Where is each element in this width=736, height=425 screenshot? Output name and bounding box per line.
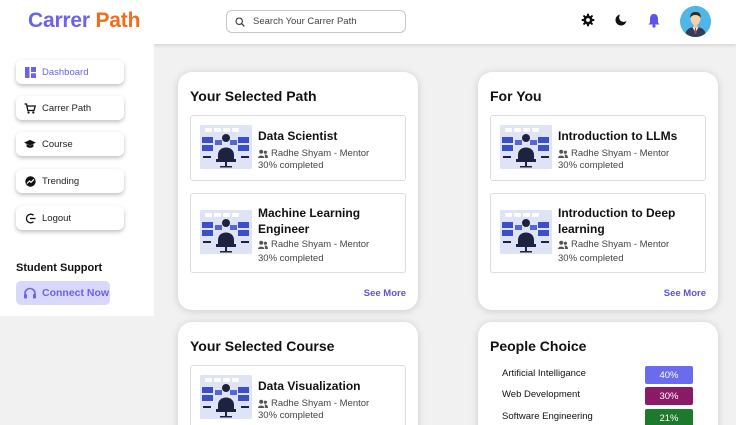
moon-icon[interactable]: [612, 11, 630, 29]
card-title: Your Selected Path: [190, 88, 317, 104]
course-thumbnail: [200, 375, 252, 419]
path-item[interactable]: Machine Learning Engineer Radhe Shyam - …: [190, 193, 406, 273]
course-thumbnail: [200, 125, 252, 169]
mentor-icon: [258, 399, 268, 408]
search-icon: [235, 16, 245, 27]
logo-part-1: Carrer: [28, 9, 90, 32]
mentor-text: Radhe Shyam - Mentor: [571, 148, 670, 159]
mentor-text: Radhe Shyam - Mentor: [271, 398, 370, 409]
connect-now-label: Connect Now: [42, 287, 110, 299]
item-progress: 30% completed: [258, 253, 324, 264]
people-choice-row[interactable]: Web Development 30%: [502, 387, 694, 405]
search-bar[interactable]: [226, 10, 406, 33]
selected-path-card: Your Selected Path Data Scientist Radhe …: [178, 72, 418, 310]
choice-percentage-badge: 30%: [645, 387, 693, 405]
mentor-text: Radhe Shyam - Mentor: [271, 148, 370, 159]
logo-part-2: Path: [95, 9, 141, 32]
sidebar-item-course[interactable]: Course: [16, 132, 124, 156]
choice-percentage-badge: 21%: [645, 409, 693, 425]
choice-label: Software Engineering: [502, 411, 593, 422]
sidebar-item-trending[interactable]: Trending: [16, 169, 124, 193]
student-support-title: Student Support: [16, 262, 103, 274]
people-choice-row[interactable]: Artificial Intelligance 40%: [502, 366, 694, 384]
dashboard-icon: [24, 66, 36, 78]
mentor-icon: [258, 149, 268, 158]
item-progress: 30% completed: [558, 160, 624, 171]
item-progress: 30% completed: [258, 160, 324, 171]
search-input[interactable]: [253, 16, 393, 27]
item-title: Machine Learning Engineer: [258, 206, 361, 236]
course-thumbnail: [500, 210, 552, 254]
sidebar-item-label: Logout: [42, 212, 72, 224]
mentor-icon: [558, 149, 568, 158]
item-mentor: Radhe Shyam - Mentor: [258, 148, 369, 159]
path-item[interactable]: Data Scientist Radhe Shyam - Mentor 30% …: [190, 115, 406, 181]
mentor-icon: [258, 240, 268, 249]
course-thumbnail: [500, 125, 552, 169]
sidebar-item-label: Trending: [42, 175, 80, 187]
choice-label: Artificial Intelligance: [502, 368, 586, 379]
item-title: Data Scientist: [258, 129, 338, 143]
sidebar-item-carrer-path[interactable]: Carrer Path: [16, 96, 124, 120]
item-title: Introduction to LLMs: [558, 129, 678, 143]
sidebar-item-label: Carrer Path: [42, 102, 92, 114]
item-mentor: Radhe Shyam - Mentor: [258, 239, 369, 250]
mentor-text: Radhe Shyam - Mentor: [571, 239, 670, 250]
logout-icon: [24, 212, 36, 224]
mentor-text: Radhe Shyam - Mentor: [271, 239, 370, 250]
for-you-card: For You Introduction to LLMs Radhe Shyam…: [478, 72, 718, 310]
item-title: Data Visualization: [258, 379, 361, 393]
gear-icon[interactable]: [579, 11, 597, 29]
mentor-icon: [558, 240, 568, 249]
top-header: Carrer Path: [0, 0, 736, 44]
logo[interactable]: Carrer Path: [28, 9, 140, 33]
headset-icon: [24, 287, 36, 298]
selected-course-card: Your Selected Course Data Visualization …: [178, 322, 418, 425]
choice-percentage-badge: 40%: [645, 366, 693, 384]
see-more-link[interactable]: See More: [364, 288, 406, 299]
cart-icon: [24, 102, 36, 114]
see-more-link[interactable]: See More: [664, 288, 706, 299]
item-title: Introduction to Deep learning: [558, 206, 676, 236]
sidebar-item-label: Course: [42, 138, 73, 150]
card-title: Your Selected Course: [190, 338, 335, 354]
sidebar-item-dashboard[interactable]: Dashboard: [16, 60, 124, 84]
sidebar: Dashboard Carrer Path Course Trending Lo…: [0, 44, 154, 316]
graduation-cap-icon: [24, 138, 36, 150]
recommendation-item[interactable]: Introduction to Deep learning Radhe Shya…: [490, 193, 706, 273]
sidebar-item-label: Dashboard: [42, 66, 89, 78]
avatar[interactable]: [680, 6, 711, 37]
item-mentor: Radhe Shyam - Mentor: [558, 239, 669, 250]
sidebar-item-logout[interactable]: Logout: [16, 206, 124, 230]
trending-icon: [24, 175, 36, 187]
choice-label: Web Development: [502, 389, 580, 400]
bell-icon[interactable]: [645, 11, 663, 29]
item-mentor: Radhe Shyam - Mentor: [558, 148, 669, 159]
connect-now-button[interactable]: Connect Now: [16, 281, 110, 305]
card-title: People Choice: [490, 338, 587, 354]
course-item[interactable]: Data Visualization Radhe Shyam - Mentor …: [190, 365, 406, 425]
item-mentor: Radhe Shyam - Mentor: [258, 398, 369, 409]
item-progress: 30% completed: [258, 410, 324, 421]
card-title: For You: [490, 88, 542, 104]
people-choice-row[interactable]: Software Engineering 21%: [502, 409, 694, 425]
course-thumbnail: [200, 210, 252, 254]
item-progress: 30% completed: [558, 253, 624, 264]
recommendation-item[interactable]: Introduction to LLMs Radhe Shyam - Mento…: [490, 115, 706, 181]
people-choice-card: People Choice Artificial Intelligance 40…: [478, 322, 718, 425]
